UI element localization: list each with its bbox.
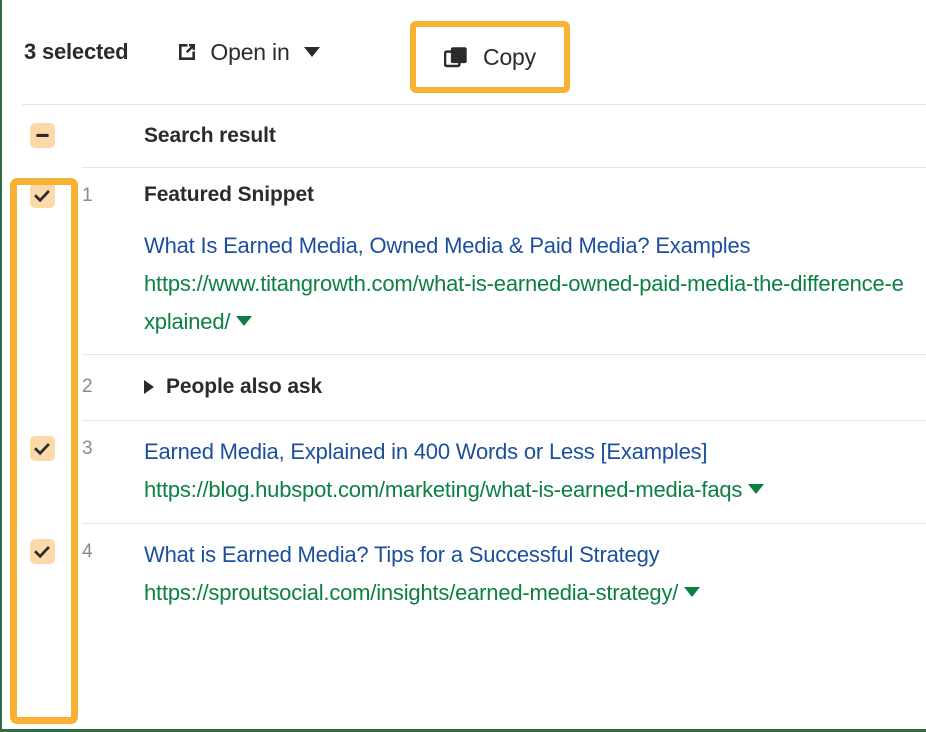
row-checkbox-checked[interactable]: [30, 183, 55, 208]
selected-count-label: 3 selected: [24, 39, 128, 65]
row-content: Featured Snippet What Is Earned Media, O…: [144, 167, 926, 354]
row-content: Earned Media, Explained in 400 Words or …: [144, 420, 926, 523]
row-number: 1: [82, 167, 144, 207]
column-header-search-result: Search result: [144, 124, 904, 148]
row-checkbox-checked[interactable]: [30, 436, 55, 461]
row-number: 4: [82, 523, 144, 563]
row-number: 3: [82, 420, 144, 460]
table-row[interactable]: 1 Featured Snippet What Is Earned Media,…: [2, 167, 926, 354]
row-content: People also ask: [144, 370, 926, 404]
table-row[interactable]: 2 People also ask: [2, 354, 926, 420]
row-checkbox-cell: [2, 523, 82, 564]
row-content: What is Earned Media? Tips for a Success…: [144, 523, 926, 626]
external-link-icon: [175, 40, 199, 64]
result-url-text: https://blog.hubspot.com/marketing/what-…: [144, 477, 742, 502]
copy-icon: [444, 45, 469, 70]
chevron-right-icon: [144, 380, 154, 394]
header-label-cell: Search result: [144, 124, 926, 148]
people-also-ask-label: People also ask: [166, 375, 322, 399]
bulk-action-toolbar: 3 selected Open in Copy: [2, 0, 926, 104]
copy-button[interactable]: Copy: [444, 44, 536, 71]
table-header-row: Search result: [2, 104, 926, 167]
result-url[interactable]: https://www.titangrowth.com/what-is-earn…: [144, 265, 904, 341]
select-all-checkbox-indeterminate[interactable]: [30, 123, 55, 148]
result-url-text: https://sproutsocial.com/insights/earned…: [144, 580, 678, 605]
result-title-link[interactable]: What Is Earned Media, Owned Media & Paid…: [144, 227, 904, 265]
result-title-link[interactable]: Earned Media, Explained in 400 Words or …: [144, 433, 904, 471]
url-chevron-down-icon[interactable]: [748, 484, 764, 494]
chevron-down-icon: [304, 47, 320, 57]
row-checkbox-cell: [2, 167, 82, 208]
copy-label: Copy: [483, 44, 536, 71]
table-row[interactable]: 3 Earned Media, Explained in 400 Words o…: [2, 420, 926, 523]
open-in-button[interactable]: Open in: [175, 39, 319, 66]
open-in-label: Open in: [210, 39, 289, 66]
selection-toolbar-page: 3 selected Open in Copy: [0, 0, 926, 732]
url-chevron-down-icon[interactable]: [684, 587, 700, 597]
row-checkbox-checked[interactable]: [30, 539, 55, 564]
copy-button-highlight: Copy: [410, 21, 570, 93]
people-also-ask-toggle[interactable]: People also ask: [144, 370, 904, 404]
result-url[interactable]: https://sproutsocial.com/insights/earned…: [144, 574, 904, 612]
header-number-cell: [82, 127, 144, 145]
row-number: 2: [82, 376, 144, 398]
header-checkbox-cell: [2, 123, 82, 148]
url-chevron-down-icon[interactable]: [236, 316, 252, 326]
row-checkbox-cell: [2, 420, 82, 461]
result-url[interactable]: https://blog.hubspot.com/marketing/what-…: [144, 471, 904, 509]
search-results-table: Search result 1 Featured Snippet What Is…: [2, 104, 926, 626]
result-url-text: https://www.titangrowth.com/what-is-earn…: [144, 271, 904, 334]
table-row[interactable]: 4 What is Earned Media? Tips for a Succe…: [2, 523, 926, 626]
result-kind-label: Featured Snippet: [144, 183, 904, 207]
result-title-link[interactable]: What is Earned Media? Tips for a Success…: [144, 536, 904, 574]
